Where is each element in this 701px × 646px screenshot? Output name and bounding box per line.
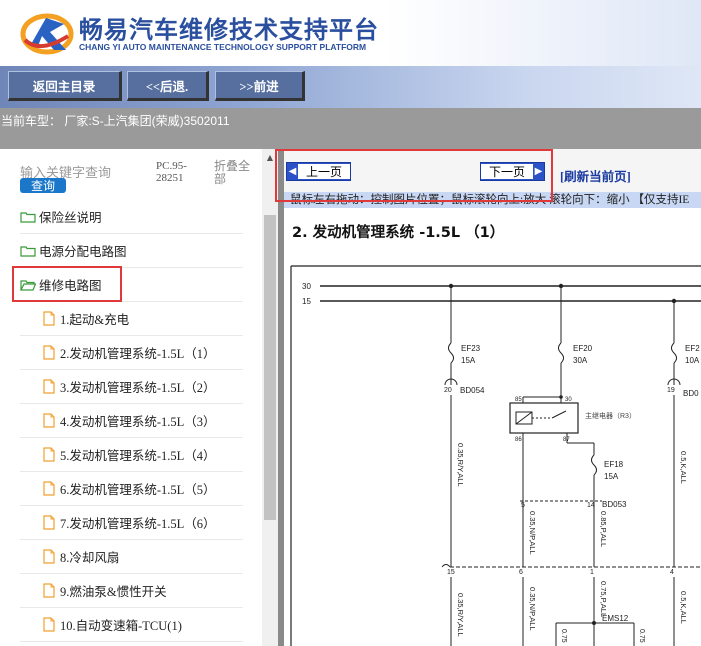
home-button[interactable]: 返回主目录 <box>8 71 122 101</box>
fuse-ef23-rating: 15A <box>461 356 476 365</box>
tree-folder-label: 电源分配电路图 <box>39 245 127 259</box>
document-icon <box>43 617 55 632</box>
tree-item-doc[interactable]: 10.自动变速箱-TCU(1) <box>20 608 243 642</box>
wire-label: 0.5,K,ALL <box>679 451 688 484</box>
sidebar: 输入关键字查询 查询 PC.95-28251 折叠全部 保险丝说明 电源分配电路… <box>0 149 278 646</box>
fuse-ef18-name: EF18 <box>604 460 624 469</box>
pin-1-label: 1 <box>590 569 594 576</box>
tree-item-label: 2.发动机管理系统-1.5L（1） <box>60 347 216 361</box>
tree-folder-power[interactable]: 电源分配电路图 <box>20 234 243 268</box>
relay-label: 主继电器（R3） <box>585 411 636 420</box>
tree-item-label: 5.发动机管理系统-1.5L（4） <box>60 449 216 463</box>
wire-label: 0.35,N/P,ALL <box>528 511 537 555</box>
wire-label: 0.35,R/Y,ALL <box>456 443 465 487</box>
pin-4-label: 4 <box>670 569 674 576</box>
fuse-ef2-name: EF2 <box>685 344 700 353</box>
tree-item-doc[interactable]: 1.起动&充电 <box>20 302 243 336</box>
content-pane: ◀ 上一页 下一页 ▶ [刷新当前页] 鼠标左右拖动：控制图片位置；鼠标滚轮向上… <box>284 149 701 646</box>
document-title: 2. 发动机管理系统 -1.5L （1） <box>292 225 505 241</box>
forward-button[interactable]: >>前进 <box>215 71 305 101</box>
document-icon <box>43 481 55 496</box>
logo-icon <box>20 13 74 55</box>
bus-15-label: 15 <box>302 297 311 306</box>
refresh-page-link[interactable]: [刷新当前页] <box>560 166 631 185</box>
fuse-ef20-name: EF20 <box>573 344 593 353</box>
fuse-ef2-rating: 10A <box>685 356 700 365</box>
nav-bar: 返回主目录 <<后退. >>前进 <box>0 66 701 108</box>
folder-icon <box>20 211 36 223</box>
app-subtitle: CHANG YI AUTO MAINTENANCE TECHNOLOGY SUP… <box>79 42 367 52</box>
scroll-thumb[interactable] <box>264 215 276 520</box>
pin-20-label: 20 <box>444 387 452 394</box>
tree-item-doc[interactable]: 6.发动机管理系统-1.5L（5） <box>20 472 243 506</box>
fuse-ef18-rating: 15A <box>604 472 619 481</box>
relay-pin-85: 85 <box>515 397 522 403</box>
document-icon <box>43 413 55 428</box>
tree-item-doc[interactable]: 2.发动机管理系统-1.5L（1） <box>20 336 243 370</box>
bus-30-label: 30 <box>302 282 311 291</box>
conn-bd053-label: BD053 <box>602 500 627 509</box>
current-model-bar: 当前车型： 厂家:S-上汽集团(荣威)3502011 <box>0 108 701 149</box>
pin-19-label: 19 <box>667 387 675 394</box>
tree-item-label: 10.自动变速箱-TCU(1) <box>60 619 182 633</box>
document-icon <box>43 379 55 394</box>
tree-item-doc[interactable]: 3.发动机管理系统-1.5L（2） <box>20 370 243 404</box>
conn-bd054-label: BD054 <box>460 386 485 395</box>
tree-folder-fuse[interactable]: 保险丝说明 <box>20 200 243 234</box>
current-model-text: 当前车型： 厂家:S-上汽集团(荣威)3502011 <box>1 114 230 128</box>
fuse-ef20-rating: 30A <box>573 356 588 365</box>
tree-item-label: 6.发动机管理系统-1.5L（5） <box>60 483 216 497</box>
document-icon <box>43 447 55 462</box>
document-icon <box>43 345 55 360</box>
conn-bd0-label: BD0 <box>683 389 699 398</box>
search-button[interactable]: 查询 <box>20 178 66 193</box>
wire-label: 0.75 <box>638 629 645 643</box>
document-icon <box>43 311 55 326</box>
tree-item-label: 8.冷却风扇 <box>60 551 120 565</box>
tree-folder-label: 保险丝说明 <box>39 211 102 225</box>
tree-item-label: 7.发动机管理系统-1.5L（6） <box>60 517 216 531</box>
collapse-all-button[interactable]: 折叠全部 <box>214 160 254 186</box>
tree-item-doc[interactable]: 5.发动机管理系统-1.5L（4） <box>20 438 243 472</box>
tree-item-label: 4.发动机管理系统-1.5L（3） <box>60 415 216 429</box>
selected-folder-highlight <box>12 266 122 302</box>
tree-item-label: 3.发动机管理系统-1.5L（2） <box>60 381 216 395</box>
tree-item-doc[interactable]: 4.发动机管理系统-1.5L（3） <box>20 404 243 438</box>
document-icon <box>43 549 55 564</box>
ems12-label: EMS12 <box>602 614 629 623</box>
relay-pin-30: 30 <box>565 397 572 403</box>
wire-label: 0.75 <box>560 629 567 643</box>
page-nav-highlight <box>275 149 553 202</box>
pin-15-label: 15 <box>447 569 455 576</box>
search-row: 输入关键字查询 查询 PC.95-28251 折叠全部 <box>0 149 262 199</box>
relay-pin-86: 86 <box>515 437 522 443</box>
app-title: 畅易汽车维修技术支持平台 <box>79 16 379 44</box>
tree-item-label: 1.起动&充电 <box>60 313 130 327</box>
tree-item-label: 9.燃油泵&惯性开关 <box>60 585 167 599</box>
pin-6-label: 6 <box>519 569 523 576</box>
fuse-ef23-name: EF23 <box>461 344 481 353</box>
tree-item-doc[interactable]: 9.燃油泵&惯性开关 <box>20 574 243 608</box>
document-icon <box>43 583 55 598</box>
folder-icon <box>20 245 36 257</box>
tree-item-doc[interactable]: 7.发动机管理系统-1.5L（6） <box>20 506 243 540</box>
tree-item-doc[interactable]: 8.冷却风扇 <box>20 540 243 574</box>
wire-label: 0.35,N/P,ALL <box>528 587 537 631</box>
wiring-diagram[interactable]: 30 15 EF23 15A EF20 30A EF2 10A 20 BD054… <box>290 265 701 646</box>
wire-label: 0.75,P,ALL <box>599 581 608 617</box>
wire-label: 0.35,R/Y,ALL <box>456 593 465 637</box>
app-header: 畅易汽车维修技术支持平台 CHANG YI AUTO MAINTENANCE T… <box>0 0 701 66</box>
back-button[interactable]: <<后退. <box>127 71 209 101</box>
pc-version-label: PC.95-28251 <box>156 160 187 184</box>
wire-label: 0.5,K,ALL <box>679 591 688 624</box>
sidebar-scrollbar[interactable]: ▲ <box>262 149 278 646</box>
wire-label: 0.85,P,ALL <box>599 511 608 547</box>
document-icon <box>43 515 55 530</box>
